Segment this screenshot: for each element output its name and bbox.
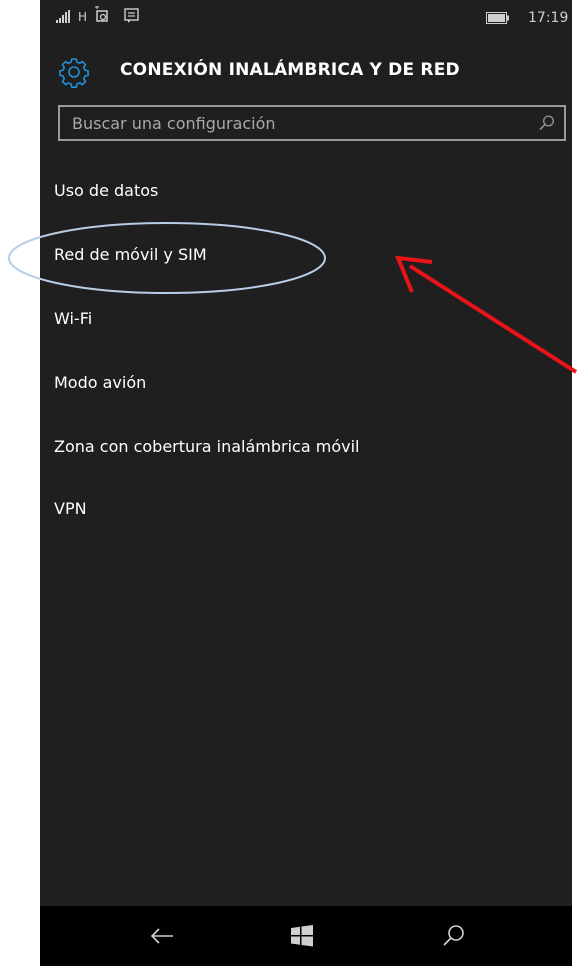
search-icon[interactable] xyxy=(538,114,556,136)
windows-icon[interactable] xyxy=(284,920,320,952)
gear-icon xyxy=(58,56,90,92)
menu-item-vpn[interactable]: VPN xyxy=(54,499,87,518)
status-bar: H 17:19 xyxy=(40,0,572,40)
menu-item-uso-de-datos[interactable]: Uso de datos xyxy=(54,181,158,200)
menu-item-modo-avion[interactable]: Modo avión xyxy=(54,373,146,392)
navigation-bar xyxy=(40,906,572,966)
page-title: CONEXIÓN INALÁMBRICA Y DE RED xyxy=(120,60,460,80)
menu-item-red-de-movil-y-sim[interactable]: Red de móvil y SIM xyxy=(54,245,207,264)
signal-icon xyxy=(56,10,72,28)
page-header: CONEXIÓN INALÁMBRICA Y DE RED xyxy=(40,50,572,94)
status-time: 17:19 xyxy=(528,10,569,26)
message-icon xyxy=(124,8,140,28)
network-type: H xyxy=(78,10,88,24)
phone-icon xyxy=(94,6,114,28)
search-box[interactable] xyxy=(58,105,566,141)
battery-icon xyxy=(486,12,510,28)
menu-item-wifi[interactable]: Wi-Fi xyxy=(54,309,92,328)
search-icon[interactable] xyxy=(436,920,472,952)
search-input[interactable] xyxy=(60,107,530,139)
menu-item-zona-cobertura[interactable]: Zona con cobertura inalámbrica móvil xyxy=(54,437,359,456)
back-arrow-icon[interactable] xyxy=(144,920,180,952)
phone-screen: H 17:19 CONEXIÓN INALÁMBRICA Y DE RED Bu… xyxy=(40,0,572,966)
